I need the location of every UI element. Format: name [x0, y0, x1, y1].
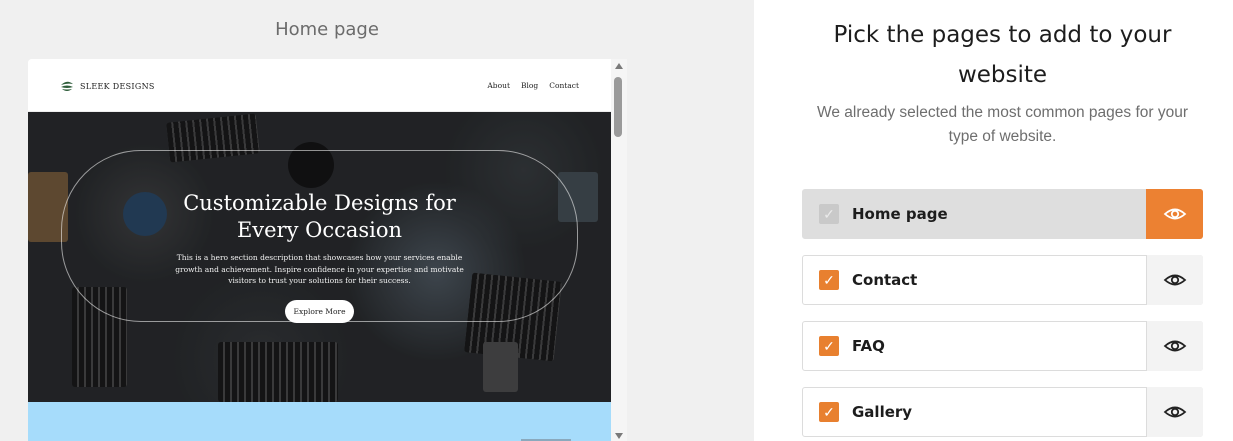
- page-option-label: Contact: [852, 271, 918, 289]
- picker-title-line2: website: [957, 62, 1048, 88]
- preview-faq-button[interactable]: [1146, 321, 1203, 371]
- leaf-logo-icon: [61, 81, 73, 91]
- scroll-down-icon[interactable]: [615, 433, 623, 439]
- page-option-label: Home page: [852, 205, 948, 223]
- picker-subtitle-line2: type of website.: [948, 128, 1057, 145]
- checkmark-icon: ✓: [819, 204, 839, 224]
- site-nav: About Blog Contact: [487, 81, 579, 90]
- site-nav-blog[interactable]: Blog: [521, 81, 538, 90]
- site-logo: SLEEK DESIGNS: [60, 79, 155, 93]
- checkmark-icon[interactable]: ✓: [819, 336, 839, 356]
- page-option-faq[interactable]: ✓ FAQ: [802, 321, 1203, 371]
- site-brand: SLEEK DESIGNS: [80, 81, 155, 91]
- scroll-up-icon[interactable]: [615, 63, 623, 69]
- site-nav-about[interactable]: About: [487, 81, 510, 90]
- page-picker-panel: Pick the pages to add to your website We…: [754, 0, 1233, 441]
- preview-gallery-button[interactable]: [1146, 387, 1203, 437]
- calculator-image: [483, 342, 518, 392]
- page-option-label: Gallery: [852, 403, 913, 421]
- preview-home-button[interactable]: [1146, 189, 1203, 239]
- hero-description: This is a hero section description that …: [175, 253, 464, 285]
- hero-title: Customizable Designs for Every Occasion: [28, 190, 611, 244]
- hero-section: Customizable Designs for Every Occasion …: [28, 112, 611, 402]
- site-preview-frame[interactable]: SLEEK DESIGNS About Blog Contact Customi…: [28, 59, 627, 441]
- preview-contact-button[interactable]: [1146, 255, 1203, 305]
- preview-title: Home page: [275, 19, 379, 40]
- hero-title-line1: Customizable Designs for: [183, 191, 456, 215]
- picker-title-line1: Pick the pages to add to your: [833, 22, 1172, 48]
- next-section: [28, 402, 611, 441]
- checkmark-icon[interactable]: ✓: [819, 270, 839, 290]
- scroll-thumb[interactable]: [614, 77, 622, 137]
- picker-subtitle-line1: We already selected the most common page…: [816, 104, 1189, 121]
- page-option-contact[interactable]: ✓ Contact: [802, 255, 1203, 305]
- page-option-home[interactable]: ✓ Home page: [802, 189, 1203, 239]
- explore-more-button[interactable]: Explore More: [285, 300, 354, 323]
- eye-icon: [1163, 274, 1187, 286]
- page-option-label: FAQ: [852, 337, 885, 355]
- eye-icon: [1163, 406, 1187, 418]
- site-nav-contact[interactable]: Contact: [549, 81, 579, 90]
- picker-subtitle: We already selected the most common page…: [754, 101, 1233, 149]
- page-option-gallery[interactable]: ✓ Gallery: [802, 387, 1203, 437]
- checkmark-icon[interactable]: ✓: [819, 402, 839, 422]
- picker-title: Pick the pages to add to your website: [754, 15, 1233, 95]
- site-header: SLEEK DESIGNS About Blog Contact: [28, 59, 611, 112]
- eye-icon: [1163, 208, 1187, 220]
- laptop-image: [218, 342, 338, 402]
- preview-scrollbar[interactable]: [611, 59, 627, 441]
- eye-icon: [1163, 340, 1187, 352]
- preview-panel: Home page SLEEK DESIGNS About Blog Conta…: [0, 0, 754, 441]
- hero-title-line2: Every Occasion: [236, 218, 403, 242]
